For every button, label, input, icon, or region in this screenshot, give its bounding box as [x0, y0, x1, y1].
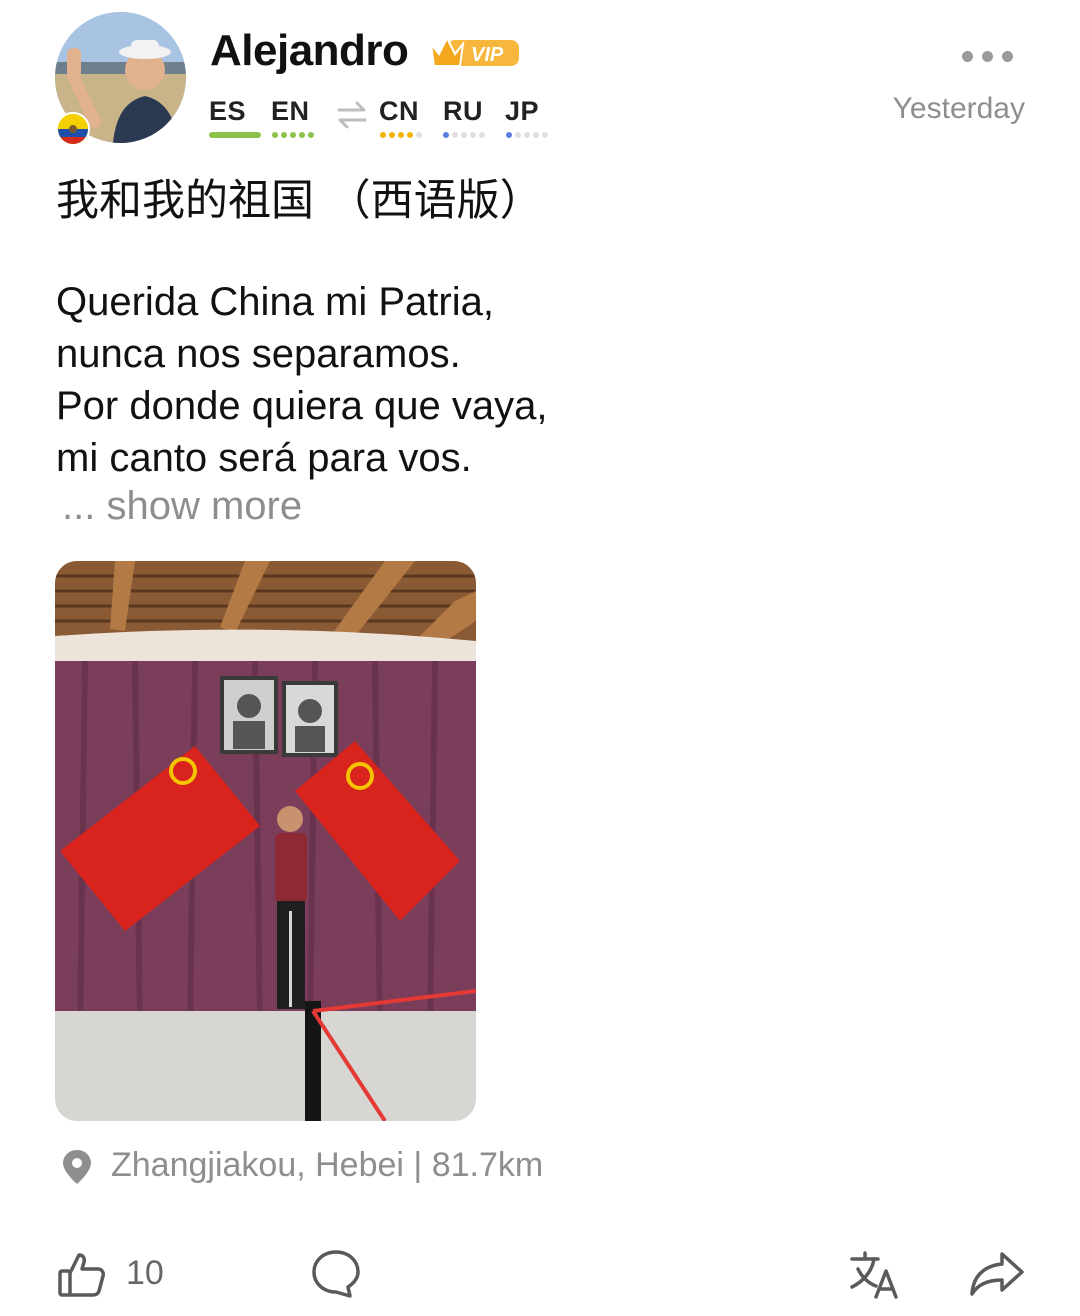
swap-arrows-icon	[336, 100, 368, 130]
vip-label: VIP	[471, 44, 504, 66]
country-flag-icon	[56, 112, 90, 146]
vip-badge: VIP	[427, 32, 521, 72]
language-learning-cn: CN	[379, 96, 419, 126]
post-title: 我和我的祖国 （西语版）	[56, 176, 543, 226]
post-location[interactable]: Zhangjiakou, Hebei | 81.7km	[111, 1146, 543, 1185]
post-line: Por donde quiera que vaya,	[56, 384, 548, 428]
language-learning-ru: RU	[443, 96, 483, 126]
like-count: 10	[126, 1254, 164, 1292]
post-photo[interactable]	[55, 561, 476, 1121]
language-level-dots	[506, 132, 548, 138]
language-native-en: EN	[271, 96, 310, 126]
post-timestamp: Yesterday	[892, 92, 1025, 125]
show-more-link[interactable]: ... show more	[62, 484, 302, 529]
comment-bubble-icon[interactable]	[310, 1249, 362, 1299]
language-level-dots	[380, 132, 422, 138]
language-level-dots	[443, 132, 485, 138]
more-horizontal-icon	[962, 50, 973, 62]
post-body: Querida China mi Patria, nunca nos separ…	[56, 276, 756, 484]
post-line: Querida China mi Patria,	[56, 280, 494, 324]
post-line: mi canto será para vos.	[56, 436, 472, 480]
location-pin-icon	[60, 1148, 94, 1186]
language-learning-jp: JP	[505, 96, 540, 126]
post-line: nunca nos separamos.	[56, 332, 461, 376]
translate-icon[interactable]	[848, 1249, 902, 1301]
language-level-dots	[272, 132, 314, 138]
language-native-es: ES	[209, 96, 247, 126]
username[interactable]: Alejandro	[210, 26, 409, 76]
thumbs-up-icon[interactable]	[57, 1249, 107, 1299]
share-arrow-icon[interactable]	[968, 1250, 1026, 1298]
more-options-button[interactable]	[962, 44, 1026, 68]
language-level-bar	[209, 132, 261, 138]
